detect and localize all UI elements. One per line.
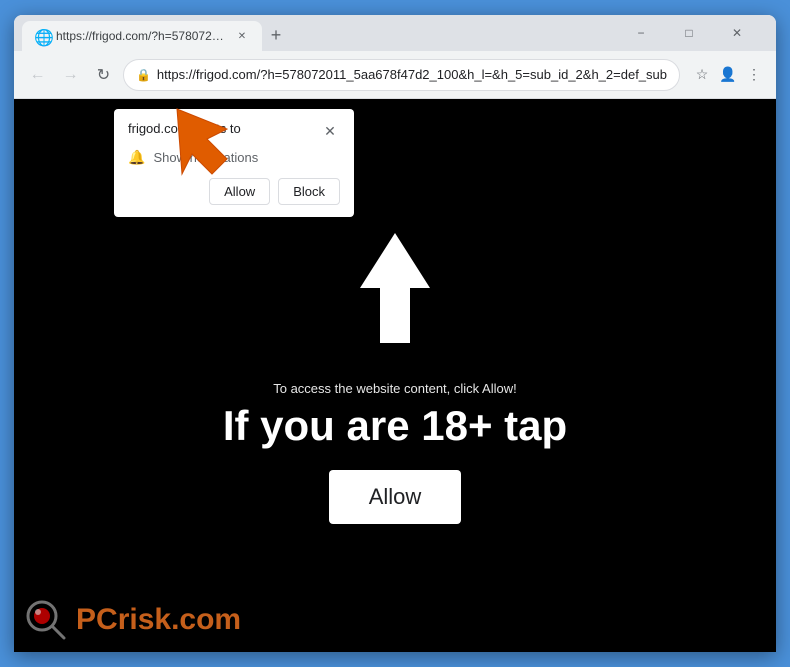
lock-icon: 🔒 [136, 68, 151, 82]
toolbar-icons: ☆ 👤 ⋮ [690, 63, 766, 87]
menu-icon[interactable]: ⋮ [742, 63, 766, 87]
pcrisk-watermark-text: PCrisk.com [76, 603, 241, 637]
browser-window: 🌐 https://frigod.com/?h=57807201... ✕ + … [14, 15, 776, 652]
allow-button-website[interactable]: Allow [329, 470, 462, 524]
tab-favicon: 🌐 [34, 28, 50, 44]
orange-arrow-icon [172, 104, 252, 184]
forward-icon: → [62, 66, 78, 84]
close-button[interactable]: ✕ [714, 19, 760, 47]
minimize-button[interactable]: − [618, 19, 664, 47]
bell-icon: 🔔 [128, 149, 145, 166]
pcrisk-logo-icon [24, 598, 68, 642]
browser-tab[interactable]: 🌐 https://frigod.com/?h=57807201... ✕ [22, 21, 262, 51]
refresh-button[interactable]: ↻ [90, 61, 117, 89]
popup-close-button[interactable]: ✕ [320, 121, 340, 141]
website-small-text: To access the website content, click All… [273, 381, 517, 396]
watermark: PCrisk.com [24, 598, 241, 642]
back-button[interactable]: ← [24, 61, 51, 89]
forward-button[interactable]: → [57, 61, 84, 89]
cursor-arrow-wrapper [172, 104, 252, 189]
tab-bar: 🌐 https://frigod.com/?h=57807201... ✕ + … [14, 15, 776, 51]
refresh-icon: ↻ [97, 65, 110, 85]
account-icon[interactable]: 👤 [716, 63, 740, 87]
up-arrow-icon [355, 228, 435, 361]
content-area: To access the website content, click All… [14, 99, 776, 652]
maximize-button[interactable]: □ [666, 19, 712, 47]
new-tab-button[interactable]: + [262, 21, 290, 49]
url-text: https://frigod.com/?h=578072011_5aa678f4… [157, 67, 667, 82]
tab-close-button[interactable]: ✕ [234, 28, 250, 44]
block-button-popup[interactable]: Block [278, 178, 340, 205]
new-tab-icon: + [271, 25, 282, 46]
bookmark-icon[interactable]: ☆ [690, 63, 714, 87]
url-bar[interactable]: 🔒 https://frigod.com/?h=578072011_5aa678… [123, 59, 680, 91]
window-controls: − □ ✕ [618, 19, 768, 51]
back-icon: ← [29, 66, 45, 84]
tab-title: https://frigod.com/?h=57807201... [56, 29, 228, 43]
website-large-text: If you are 18+ tap [223, 402, 567, 450]
address-bar: ← → ↻ 🔒 https://frigod.com/?h=578072011_… [14, 51, 776, 99]
